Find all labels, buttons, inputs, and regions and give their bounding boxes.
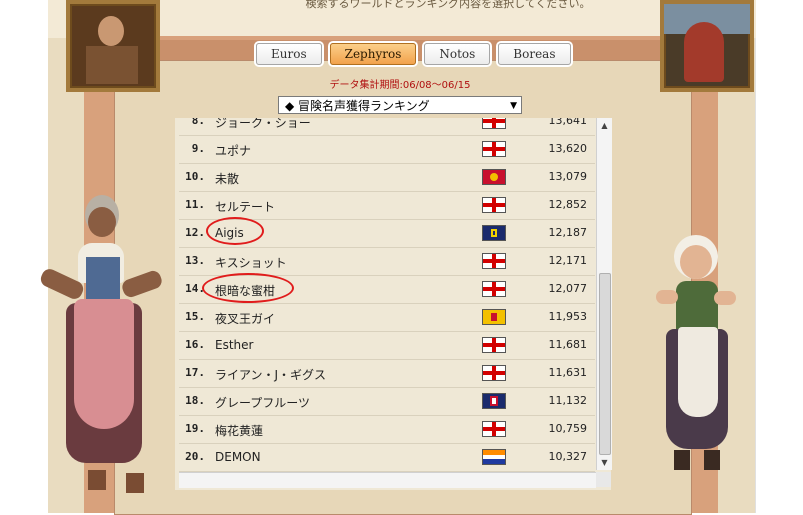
rank-number: 11.	[185, 198, 205, 211]
score-value: 13,079	[548, 170, 588, 183]
table-row[interactable]: 16. Esther 11,681	[179, 331, 595, 360]
rank-number: 13.	[185, 254, 205, 267]
horizontal-scrollbar[interactable]	[179, 472, 596, 488]
table-row[interactable]: 19. 梅花黄蓮 10,759	[179, 415, 595, 444]
player-name: DEMON	[215, 450, 261, 464]
score-value: 12,171	[548, 254, 588, 267]
score-value: 12,852	[548, 198, 588, 211]
score-value: 11,132	[548, 394, 588, 407]
scrollbar-corner	[596, 472, 611, 487]
nation-flag-icon	[482, 449, 506, 465]
player-name: グレープフルーツ	[215, 396, 311, 410]
score-value: 11,681	[548, 338, 588, 351]
player-name: セルテート	[215, 200, 276, 214]
score-value: 13,620	[548, 142, 588, 155]
chevron-down-icon[interactable]: ▼	[510, 97, 517, 115]
table-row[interactable]: 15. 夜叉王ガイ 11,953	[179, 303, 595, 332]
table-row[interactable]: 18. グレープフルーツ 11,132	[179, 387, 595, 416]
nation-flag-icon	[482, 365, 506, 381]
rank-number: 9.	[191, 142, 205, 155]
scrollbar-thumb[interactable]	[599, 273, 611, 455]
nation-flag-icon	[482, 253, 506, 269]
rank-number: 18.	[185, 394, 205, 407]
ranking-select[interactable]: ◆ 冒険名声獲得ランキング ▼	[278, 96, 522, 114]
table-row[interactable]: 10. 未散 13,079	[179, 163, 595, 192]
tab-notos[interactable]: Notos	[424, 43, 491, 65]
period-label: データ集計期間:06/08〜06/15	[329, 80, 471, 91]
nation-flag-icon	[482, 169, 506, 185]
player-name: 未散	[215, 172, 240, 186]
score-value: 13,641	[548, 118, 588, 127]
highlight-circle-negurana-mikan	[202, 273, 294, 303]
score-value: 10,327	[548, 450, 588, 463]
player-name: ジョーク・ショー	[215, 118, 311, 130]
rank-number: 16.	[185, 338, 205, 351]
character-right-girl	[648, 235, 740, 480]
player-name: ユポナ	[215, 144, 252, 158]
vertical-scrollbar[interactable]: ▲ ▼	[596, 118, 612, 470]
tab-euros[interactable]: Euros	[256, 43, 322, 65]
nation-flag-icon	[482, 337, 506, 353]
ranking-select-value: ◆ 冒険名声獲得ランキング	[285, 99, 430, 113]
nation-flag-icon	[482, 141, 506, 157]
nation-flag-icon	[482, 225, 506, 241]
scroll-up-icon[interactable]: ▲	[597, 118, 612, 133]
rank-number: 20.	[185, 450, 205, 463]
score-value: 11,631	[548, 366, 588, 379]
world-tabs: Euros Zephyros Notos Boreas	[256, 43, 571, 65]
nation-flag-icon	[482, 393, 506, 409]
score-value: 11,953	[548, 310, 588, 323]
table-row[interactable]: 20. DEMON 10,327	[179, 443, 595, 472]
table-row[interactable]: 11. セルテート 12,852	[179, 191, 595, 220]
rank-number: 15.	[185, 310, 205, 323]
rank-number: 17.	[185, 366, 205, 379]
table-row[interactable]: 13. キスショット 12,171	[179, 247, 595, 276]
tab-zephyros[interactable]: Zephyros	[329, 43, 417, 65]
player-name: 夜叉王ガイ	[215, 312, 276, 326]
score-value: 10,759	[548, 422, 588, 435]
character-left-woman	[30, 195, 164, 500]
tab-boreas[interactable]: Boreas	[498, 43, 571, 65]
table-row[interactable]: 17. ライアン・J・ギグス 11,631	[179, 359, 595, 388]
nation-flag-icon	[482, 309, 506, 325]
player-name: ライアン・J・ギグス	[215, 368, 327, 382]
nation-flag-icon	[482, 197, 506, 213]
instruction-text: 検索するワールドとランキング内容を選択してください。	[305, 0, 591, 9]
highlight-circle-aigis	[206, 217, 264, 245]
player-name: キスショット	[215, 256, 287, 270]
rank-number: 10.	[185, 170, 205, 183]
scroll-down-icon[interactable]: ▼	[597, 455, 612, 470]
nation-flag-icon	[482, 118, 506, 129]
rank-number: 12.	[185, 226, 205, 239]
player-name: Esther	[215, 338, 254, 352]
nation-flag-icon	[482, 281, 506, 297]
score-value: 12,187	[548, 226, 588, 239]
score-value: 12,077	[548, 282, 588, 295]
table-row[interactable]: 8. ジョーク・ショー 13,641	[179, 118, 595, 136]
rank-number: 19.	[185, 422, 205, 435]
right-margin	[755, 0, 803, 513]
portrait-painting-left	[66, 0, 160, 92]
madonna-painting-right	[660, 0, 754, 92]
nation-flag-icon	[482, 421, 506, 437]
table-row[interactable]: 9. ユポナ 13,620	[179, 135, 595, 164]
player-name: 梅花黄蓮	[215, 424, 264, 438]
rank-number: 8.	[191, 118, 205, 127]
